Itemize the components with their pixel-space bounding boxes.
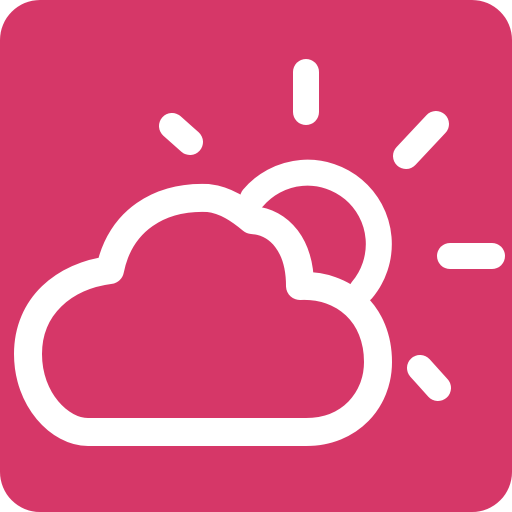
partly-cloudy-icon [0, 0, 512, 512]
sun-ray-top-left [159, 113, 203, 155]
sun-ray-bottom-right [407, 355, 451, 401]
weather-app-icon[interactable] [0, 0, 512, 512]
